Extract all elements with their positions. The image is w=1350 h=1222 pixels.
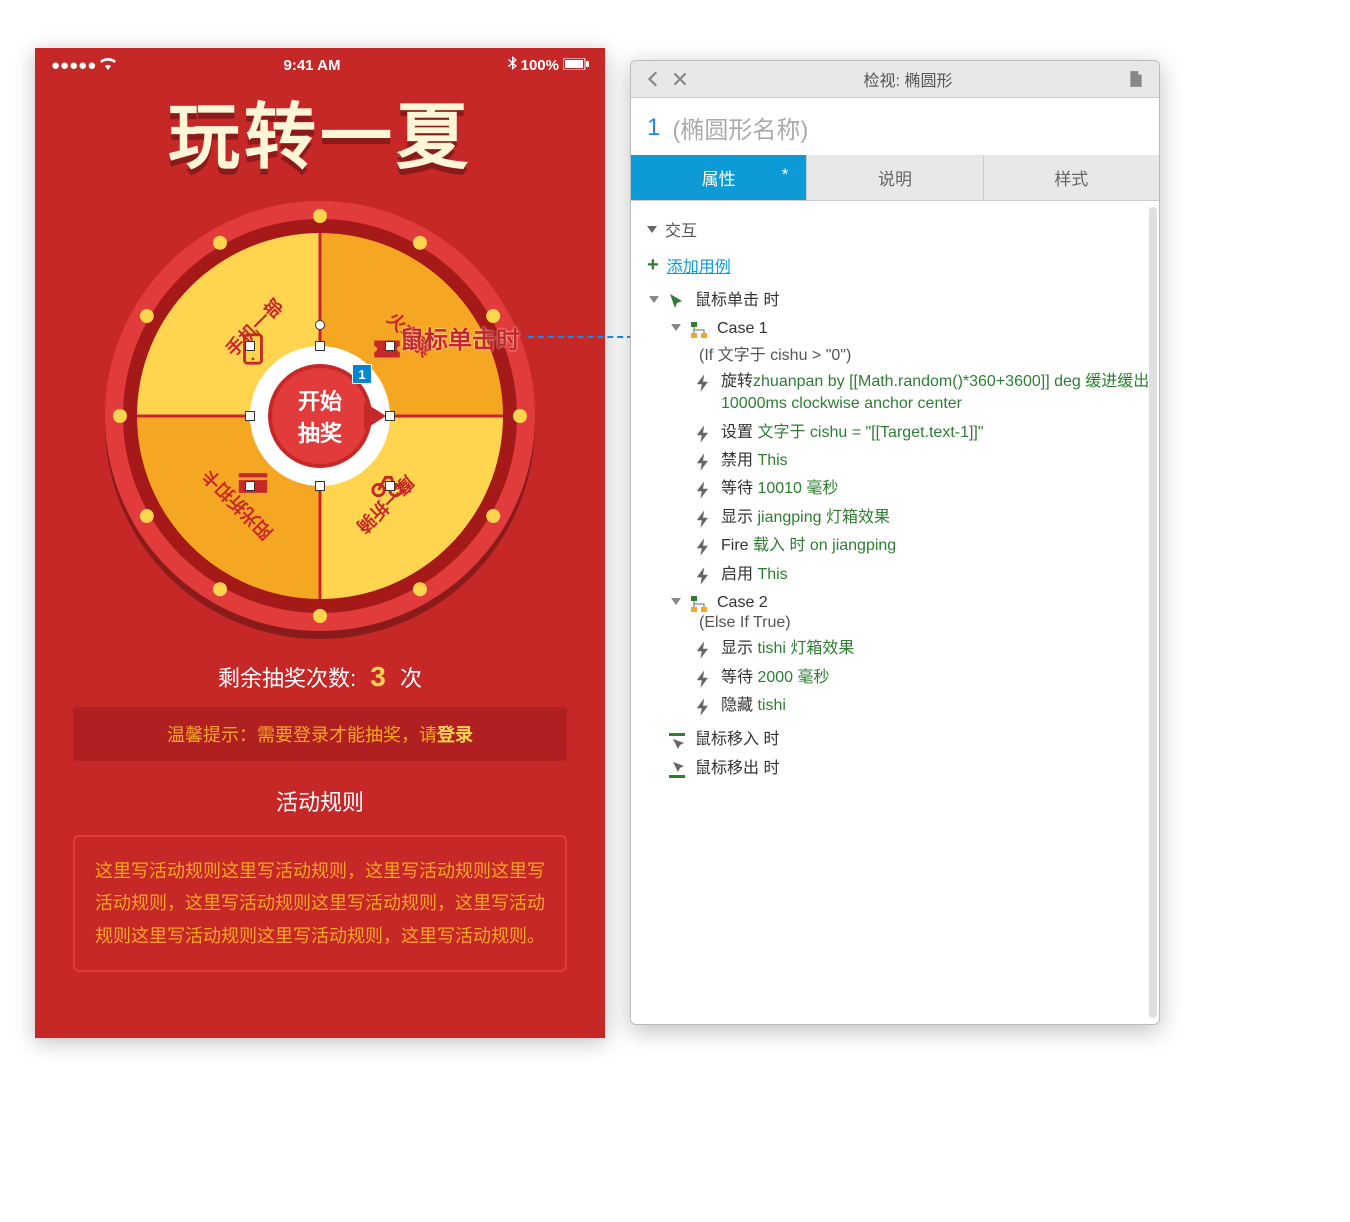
remaining-number: 3 — [362, 661, 394, 692]
panel-titlebar[interactable]: 检视: 椭圆形 — [631, 61, 1159, 98]
remaining-suffix: 次 — [400, 666, 422, 691]
event-label: 鼠标单击 时 — [695, 290, 1153, 312]
action-show-tishi[interactable]: 显示 tishi 灯箱效果 — [649, 635, 1153, 663]
cursor-in-icon — [667, 731, 687, 751]
case-1[interactable]: Case 1 (If 文字于 cishu > "0") — [649, 315, 1153, 367]
flow-icon — [689, 594, 709, 614]
battery-pct: 100% — [521, 57, 559, 74]
panel-tabs: 属性* 说明 样式 — [631, 155, 1159, 201]
action-enable[interactable]: 启用 This — [649, 561, 1153, 589]
action-settext[interactable]: 设置 文字于 cishu = "[[Target.text-1]]" — [649, 419, 1153, 447]
action-wait-2000[interactable]: 等待 2000 毫秒 — [649, 664, 1153, 692]
remaining-count: 剩余抽奖次数: 3 次 — [35, 661, 605, 693]
chevron-down-icon — [671, 598, 681, 605]
lightning-icon — [693, 373, 713, 393]
interaction-tree: 鼠标单击 时 Case 1 (If 文字于 cishu > "0") 旋转zhu… — [643, 287, 1153, 783]
cursor-click-icon — [667, 292, 687, 312]
action-rotate[interactable]: 旋转zhuanpan by [[Math.random()*360+3600]]… — [649, 368, 1153, 419]
lightning-icon — [693, 669, 713, 689]
card-icon — [236, 466, 270, 500]
action-fire[interactable]: Fire 载入 时 on jiangping — [649, 532, 1153, 560]
event-label: 鼠标移入 时 — [695, 729, 1153, 751]
case-name: Case 1 — [717, 318, 1153, 340]
phone-mockup: ●●●●● 9:41 AM 100% 玩转一夏 — [35, 48, 605, 1038]
signal-icon: ●●●●● — [51, 57, 96, 74]
section-interactions[interactable]: 交互 — [643, 211, 1153, 247]
lightning-icon — [693, 509, 713, 529]
rules-title: 活动规则 — [35, 785, 605, 817]
inspector-panel: 检视: 椭圆形 1 (椭圆形名称) 属性* 说明 样式 交互 + 添加用例 鼠标… — [630, 60, 1160, 1025]
panel-body: 交互 + 添加用例 鼠标单击 时 Case 1 (If 文字于 cishu > … — [631, 201, 1159, 1024]
lightning-icon — [693, 566, 713, 586]
wifi-icon — [100, 57, 116, 74]
spin-button-line2: 抽奖 — [298, 416, 342, 448]
lightning-icon — [693, 537, 713, 557]
document-icon[interactable] — [1127, 70, 1145, 88]
lightning-icon — [693, 452, 713, 472]
prize-wheel: 手机一部 火车票 阳光折扣卡 摩一折骑 开始 抽奖 1 — [105, 201, 535, 631]
lightning-icon — [693, 424, 713, 444]
status-bar: ●●●●● 9:41 AM 100% — [35, 48, 605, 78]
case-2[interactable]: Case 2 (Else If True) — [649, 589, 1153, 635]
chevron-down-icon — [647, 226, 657, 233]
callout-connector — [528, 336, 643, 338]
case-condition: (Else If True) — [671, 614, 1153, 632]
status-time: 9:41 AM — [283, 57, 340, 74]
add-case-label: 添加用例 — [667, 253, 731, 277]
bluetooth-icon — [508, 56, 517, 74]
widget-index: 1 — [647, 114, 660, 142]
tip-text: 温馨提示：需要登录才能抽奖，请 — [167, 725, 437, 745]
add-case-link[interactable]: + 添加用例 — [643, 247, 1153, 287]
scrollbar[interactable] — [1149, 207, 1157, 1018]
page-title: 玩转一夏 — [35, 78, 605, 183]
panel-title: 检视: 椭圆形 — [864, 67, 953, 91]
section-label: 交互 — [665, 217, 697, 241]
spin-arrow-icon — [364, 402, 386, 430]
footnote-badge: 1 — [352, 364, 372, 384]
action-wait-10010[interactable]: 等待 10010 毫秒 — [649, 475, 1153, 503]
cursor-out-icon — [667, 760, 687, 780]
close-icon[interactable] — [671, 70, 689, 88]
collapse-icon[interactable] — [645, 70, 663, 88]
lightning-icon — [693, 480, 713, 500]
plus-icon: + — [647, 254, 659, 277]
tab-notes[interactable]: 说明 — [807, 155, 983, 200]
event-mouseleave[interactable]: 鼠标移出 时 — [649, 755, 1153, 783]
chevron-down-icon — [649, 296, 659, 303]
case-condition: (If 文字于 cishu > "0") — [671, 341, 1153, 365]
chevron-down-icon — [671, 324, 681, 331]
tab-properties[interactable]: 属性* — [631, 155, 807, 200]
flow-icon — [689, 320, 709, 340]
widget-name[interactable]: (椭圆形名称) — [672, 110, 808, 145]
lightning-icon — [693, 640, 713, 660]
action-disable[interactable]: 禁用 This — [649, 447, 1153, 475]
case-name: Case 2 — [717, 592, 1153, 614]
action-hide-tishi[interactable]: 隐藏 tishi — [649, 692, 1153, 720]
widget-name-row: 1 (椭圆形名称) — [631, 98, 1159, 155]
rules-body: 这里写活动规则这里写活动规则，这里写活动规则这里写活动规则，这里写活动规则这里写… — [73, 835, 567, 972]
tab-style[interactable]: 样式 — [984, 155, 1159, 200]
remaining-prefix: 剩余抽奖次数: — [218, 666, 356, 691]
lightning-icon — [693, 697, 713, 717]
battery-icon — [563, 57, 589, 74]
login-link[interactable]: 登录 — [437, 725, 473, 745]
callout-label: 鼠标单击时 — [400, 320, 520, 355]
action-show-jiangping[interactable]: 显示 jiangping 灯箱效果 — [649, 504, 1153, 532]
event-mouseenter[interactable]: 鼠标移入 时 — [649, 726, 1153, 754]
spin-button-line1: 开始 — [298, 384, 342, 416]
phone-icon — [236, 332, 270, 366]
bike-icon — [370, 466, 404, 500]
event-onclick[interactable]: 鼠标单击 时 — [649, 287, 1153, 315]
login-tip: 温馨提示：需要登录才能抽奖，请登录 — [73, 707, 567, 761]
event-label: 鼠标移出 时 — [695, 758, 1153, 780]
spin-button[interactable]: 开始 抽奖 1 — [268, 364, 372, 468]
